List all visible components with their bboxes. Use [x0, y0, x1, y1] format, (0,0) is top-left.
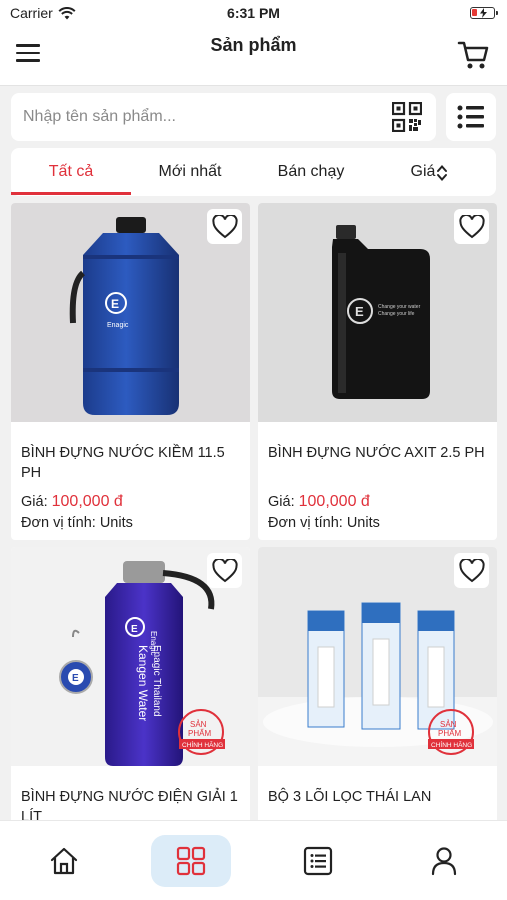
home-icon — [50, 847, 78, 875]
product-price: 100,000 đ — [298, 493, 370, 510]
product-name: BỘ 3 LÕI LỌC THÁI LAN — [268, 789, 432, 805]
search-input[interactable] — [23, 105, 383, 129]
nav-products[interactable] — [151, 835, 231, 887]
bottle-brand-text-2: Enagic Thailand — [151, 645, 162, 717]
product-card[interactable]: E Change your water Change your life BÌN… — [258, 203, 497, 540]
stamp-text-mid: PHẨM — [438, 729, 461, 738]
stamp-text-top: SẢN — [190, 720, 207, 729]
favorite-button[interactable] — [207, 209, 242, 244]
price-label: Giá: — [21, 494, 52, 510]
svg-text:E: E — [72, 673, 79, 684]
clock: 6:31 PM — [227, 5, 280, 21]
product-image: E Enagic — [11, 203, 250, 422]
unit-label: Đơn vị tính: — [268, 515, 347, 531]
price-label: Giá: — [268, 494, 299, 510]
product-unit: Units — [99, 515, 133, 531]
search-bar — [11, 93, 436, 141]
nav-orders[interactable] — [278, 835, 358, 887]
list-view-button[interactable] — [446, 93, 496, 141]
stamp-text-mid: PHẨM — [188, 729, 211, 738]
product-image: E Enagic Kangen Water Enagic Thailand E … — [11, 547, 250, 766]
active-tab-indicator — [11, 192, 131, 195]
nav-home[interactable] — [24, 835, 104, 887]
cart-icon[interactable] — [457, 38, 491, 72]
qr-code-icon[interactable] — [392, 102, 422, 132]
svg-text:E: E — [131, 624, 138, 635]
tab-best-selling[interactable]: Bán chạy — [251, 148, 371, 196]
list-icon — [457, 105, 484, 129]
sort-arrows-icon[interactable] — [436, 164, 448, 182]
heart-icon — [211, 214, 238, 238]
list-square-icon — [303, 846, 333, 876]
nav-account[interactable] — [404, 835, 484, 887]
favorite-button[interactable] — [454, 553, 489, 588]
user-icon — [431, 847, 457, 876]
battery-icon — [470, 7, 498, 19]
heart-icon — [458, 214, 485, 238]
tab-all[interactable]: Tất cả — [11, 148, 131, 196]
bottle-slogan-1: Change your water — [378, 304, 421, 310]
tab-newest[interactable]: Mới nhất — [131, 148, 249, 196]
product-card[interactable]: E Enagic Kangen Water Enagic Thailand E … — [11, 547, 250, 827]
stamp-text-bottom: CHÍNH HÃNG — [182, 740, 223, 749]
filter-tabs: Tất cả Mới nhất Bán chạy Giá — [11, 148, 496, 196]
stamp-text-top: SẢN — [440, 720, 457, 729]
product-image: SẢN PHẨM CHÍNH HÃNG — [258, 547, 497, 766]
app-header: Sản phẩm — [0, 28, 507, 86]
product-unit-line: Đơn vị tính: Units — [21, 515, 133, 531]
heart-icon — [211, 558, 238, 582]
bottle-brand-text-1: Kangen Water — [136, 645, 150, 721]
product-price-line: Giá: 100,000 đ — [21, 493, 123, 511]
heart-icon — [458, 558, 485, 582]
product-name: BÌNH ĐỰNG NƯỚC KIỀM 11.5 PH — [21, 445, 225, 481]
product-unit: Units — [346, 515, 380, 531]
product-name: BÌNH ĐỰNG NƯỚC AXIT 2.5 PH — [268, 445, 485, 461]
page-title: Sản phẩm — [210, 35, 297, 55]
product-image: E Change your water Change your life — [258, 203, 497, 422]
favorite-button[interactable] — [454, 209, 489, 244]
status-bar: Carrier 6:31 PM — [0, 0, 507, 28]
product-price-line: Giá: 100,000 đ — [268, 493, 370, 511]
bottle-slogan-2: Change your life — [378, 311, 415, 317]
product-unit-line: Đơn vị tính: Units — [268, 515, 380, 531]
svg-text:E: E — [355, 304, 364, 319]
unit-label: Đơn vị tính: — [21, 515, 100, 531]
product-card[interactable]: E Enagic BÌNH ĐỰNG NƯỚC KIỀM 11.5 PH Giá… — [11, 203, 250, 540]
product-price: 100,000 đ — [51, 493, 123, 510]
favorite-button[interactable] — [207, 553, 242, 588]
product-card[interactable]: SẢN PHẨM CHÍNH HÃNG BỘ 3 LÕI LỌC THÁI LA… — [258, 547, 497, 827]
grid-icon — [176, 846, 206, 876]
bottle-logo-text: Enagic — [107, 322, 129, 329]
stamp-text-bottom: CHÍNH HÃNG — [431, 740, 472, 749]
svg-text:E: E — [111, 297, 119, 311]
bottom-navigation — [0, 820, 507, 900]
